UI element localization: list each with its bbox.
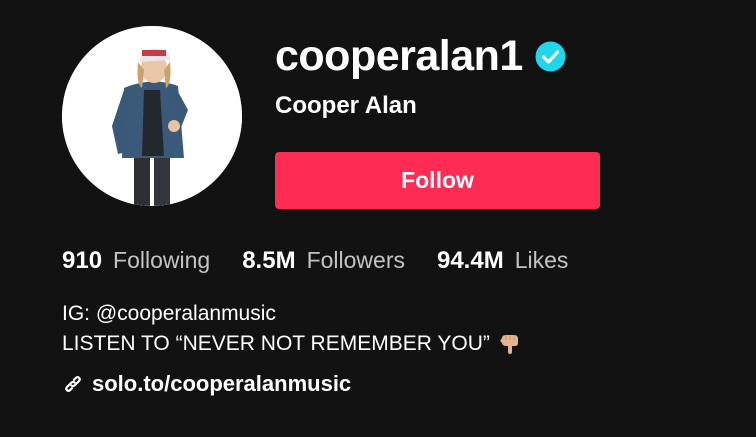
followers-count: 8.5M (242, 247, 296, 274)
username-row: cooperalan1 (275, 30, 566, 82)
username: cooperalan1 (275, 32, 523, 80)
link-icon (62, 373, 84, 395)
stat-followers[interactable]: 8.5M Followers (242, 247, 405, 275)
verified-badge-icon (535, 41, 566, 72)
avatar[interactable] (62, 26, 242, 206)
bio-link[interactable]: solo.to/cooperalanmusic (62, 371, 351, 397)
avatar-image (62, 26, 242, 206)
profile-stats: 910 Following 8.5M Followers 94.4M Likes (62, 247, 600, 275)
likes-count: 94.4M (436, 247, 504, 274)
following-label: Following (113, 247, 211, 273)
bio-line-1: IG: @cooperalanmusic (62, 299, 522, 329)
stat-likes: 94.4M Likes (437, 247, 568, 275)
bio-text-ig: IG: @cooperalanmusic (62, 302, 276, 325)
likes-label: Likes (514, 247, 569, 273)
bio-line-2: LISTEN TO “NEVER NOT REMEMBER YOU” (62, 329, 522, 359)
bio-link-text[interactable]: solo.to/cooperalanmusic (92, 371, 351, 397)
followers-label: Followers (306, 247, 405, 273)
display-name: Cooper Alan (275, 92, 417, 119)
bio: IG: @cooperalanmusic LISTEN TO “NEVER NO… (62, 299, 522, 359)
backhand-index-pointing-down-icon (498, 332, 522, 356)
profile-header: cooperalan1 (275, 30, 566, 82)
follow-button[interactable]: Follow (275, 152, 600, 209)
following-count: 910 (62, 247, 103, 274)
stat-following[interactable]: 910 Following (62, 247, 210, 275)
bio-text-listen: LISTEN TO “NEVER NOT REMEMBER YOU” (62, 332, 490, 355)
